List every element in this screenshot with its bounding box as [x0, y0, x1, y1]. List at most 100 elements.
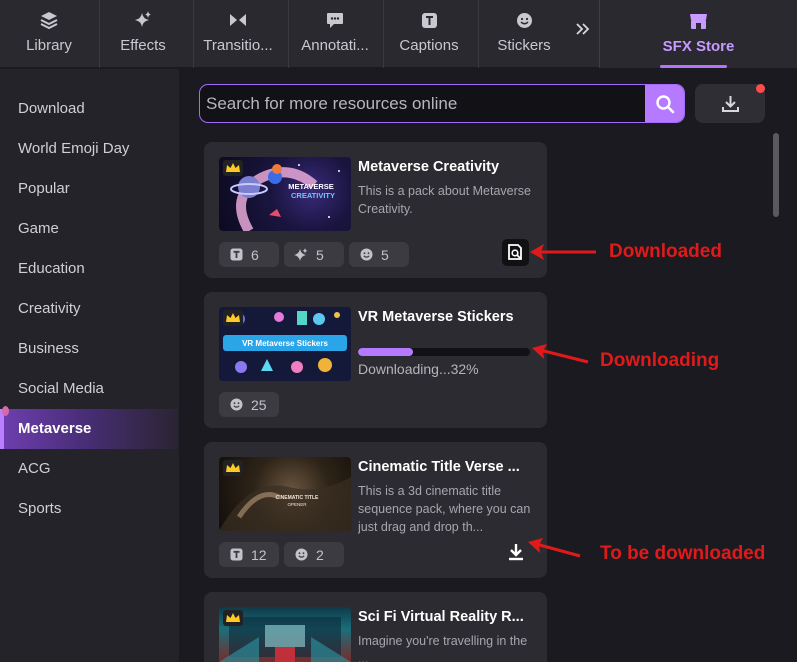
smiley-icon	[359, 248, 373, 262]
captions-count-chip: 12	[219, 542, 279, 567]
search-input[interactable]	[206, 91, 636, 117]
new-indicator-dot	[2, 406, 9, 416]
sidebar-item-world-emoji-day[interactable]: World Emoji Day	[0, 129, 178, 169]
smiley-icon	[294, 548, 308, 562]
text-box-icon	[229, 548, 243, 562]
sidebar-item-label: Education	[18, 260, 85, 277]
resource-card[interactable]: CINEMATIC TITLE OPENER Cinematic Title V…	[204, 442, 547, 578]
captions-count-chip: 6	[219, 242, 279, 267]
smiley-icon	[514, 10, 534, 30]
tab-effects[interactable]: Effects	[106, 0, 180, 68]
card-title: Cinematic Title Verse ...	[358, 459, 520, 475]
sidebar-item-social-media[interactable]: Social Media	[0, 369, 178, 409]
resource-card[interactable]: METAVERSE CREATIVITY Metaverse Creativit…	[204, 142, 547, 278]
sidebar-item-education[interactable]: Education	[0, 249, 178, 289]
thumbnail-caption: OPENER	[287, 502, 307, 507]
card-thumbnail: METAVERSE CREATIVITY	[219, 157, 351, 231]
card-description: Imagine you're travelling in the ...	[358, 634, 528, 662]
stickers-count-chip: 2	[284, 542, 344, 567]
search-box	[199, 84, 685, 123]
download-progress-bar	[358, 348, 530, 356]
search-icon	[655, 94, 674, 113]
tab-sfx-store[interactable]: SFX Store	[600, 0, 797, 68]
annotation-label: To be downloaded	[600, 543, 766, 564]
active-tab-indicator	[660, 65, 727, 68]
download-icon	[509, 544, 523, 561]
chip-count: 25	[251, 396, 267, 413]
card-title: VR Metaverse Stickers	[358, 309, 514, 325]
download-tray-icon	[721, 95, 739, 112]
tab-label: Effects	[120, 37, 166, 54]
annotation-arrow	[530, 244, 596, 260]
sidebar-item-label: Popular	[18, 180, 70, 197]
annotation-arrow	[528, 538, 581, 558]
text-box-icon	[229, 248, 243, 262]
tab-label: Transitio...	[203, 37, 273, 54]
resource-card[interactable]: Sci Fi Virtual Reality R... Imagine you'…	[204, 592, 547, 662]
layers-icon	[39, 10, 59, 30]
card-thumbnail	[219, 607, 351, 662]
card-title: Sci Fi Virtual Reality R...	[358, 609, 524, 625]
card-description: This is a pack about Metaverse Creativit…	[358, 184, 531, 216]
app-window: Library Effects Transitio... Annotati...	[0, 0, 797, 662]
category-sidebar: Download World Emoji Day Popular Game Ed…	[0, 69, 180, 662]
resource-card[interactable]: VR Metaverse Stickers VR Metaverse Stick…	[204, 292, 547, 428]
sidebar-item-acg[interactable]: ACG	[0, 449, 178, 489]
chip-count: 5	[316, 246, 324, 263]
sidebar-item-label: Download	[18, 100, 85, 117]
card-thumbnail: CINEMATIC TITLE OPENER	[219, 457, 351, 531]
sidebar-item-metaverse[interactable]: Metaverse	[0, 409, 178, 449]
stickers-count-chip: 5	[349, 242, 409, 267]
downloads-button[interactable]	[695, 84, 765, 123]
crown-icon	[223, 160, 243, 176]
chip-count: 12	[251, 546, 267, 563]
sparkle-icon	[133, 10, 153, 30]
thumbnail-caption: VR Metaverse Stickers	[242, 339, 328, 348]
chip-count: 6	[251, 246, 259, 263]
sidebar-item-label: Sports	[18, 500, 62, 517]
tab-label: Captions	[399, 37, 459, 54]
file-search-icon	[508, 244, 522, 260]
sidebar-item-label: World Emoji Day	[18, 140, 130, 157]
tab-captions[interactable]: Captions	[392, 0, 466, 68]
download-progress-fill	[358, 348, 414, 356]
sidebar-item-label: Business	[18, 340, 79, 357]
sidebar-item-creativity[interactable]: Creativity	[0, 289, 178, 329]
smiley-icon	[229, 398, 243, 412]
card-description: This is a 3d cinematic title sequence pa…	[358, 484, 531, 534]
sparkle-icon	[294, 247, 308, 262]
annotation-label: Downloaded	[609, 241, 722, 262]
tab-annotations[interactable]: Annotati...	[295, 0, 375, 68]
tab-transitions[interactable]: Transitio...	[199, 0, 277, 68]
annotation-label: Downloading	[600, 350, 720, 371]
tab-library[interactable]: Library	[12, 0, 86, 68]
view-downloaded-button[interactable]	[502, 239, 529, 266]
sidebar-item-label: Social Media	[18, 380, 104, 397]
sidebar-item-sports[interactable]: Sports	[0, 489, 178, 529]
thumbnail-caption: CINEMATIC TITLE	[276, 495, 319, 501]
chip-count: 5	[381, 246, 389, 263]
download-button[interactable]	[506, 542, 526, 562]
tab-label: Stickers	[497, 37, 551, 54]
crown-icon	[223, 310, 243, 326]
tab-stickers[interactable]: Stickers	[488, 0, 560, 68]
thumbnail-caption: METAVERSE	[288, 182, 334, 191]
sidebar-item-game[interactable]: Game	[0, 209, 178, 249]
sidebar-item-label: ACG	[18, 460, 51, 477]
tab-label: Annotati...	[301, 37, 369, 54]
sidebar-item-label: Metaverse	[18, 420, 92, 437]
download-status-text: Downloading...32%	[358, 361, 479, 377]
sidebar-item-download[interactable]: Download	[0, 89, 178, 129]
stickers-count-chip: 25	[219, 392, 279, 417]
bowtie-icon	[228, 10, 248, 30]
more-tabs-chevron-icon[interactable]	[574, 20, 594, 40]
search-button[interactable]	[645, 85, 684, 122]
scrollbar-thumb[interactable]	[773, 133, 779, 217]
category-tab-bar: Library Effects Transitio... Annotati...	[0, 0, 797, 68]
sidebar-item-popular[interactable]: Popular	[0, 169, 178, 209]
crown-icon	[223, 460, 243, 476]
sidebar-item-business[interactable]: Business	[0, 329, 178, 369]
thumbnail-caption: CREATIVITY	[291, 191, 335, 200]
crown-icon	[223, 610, 243, 626]
card-thumbnail: VR Metaverse Stickers	[219, 307, 351, 381]
